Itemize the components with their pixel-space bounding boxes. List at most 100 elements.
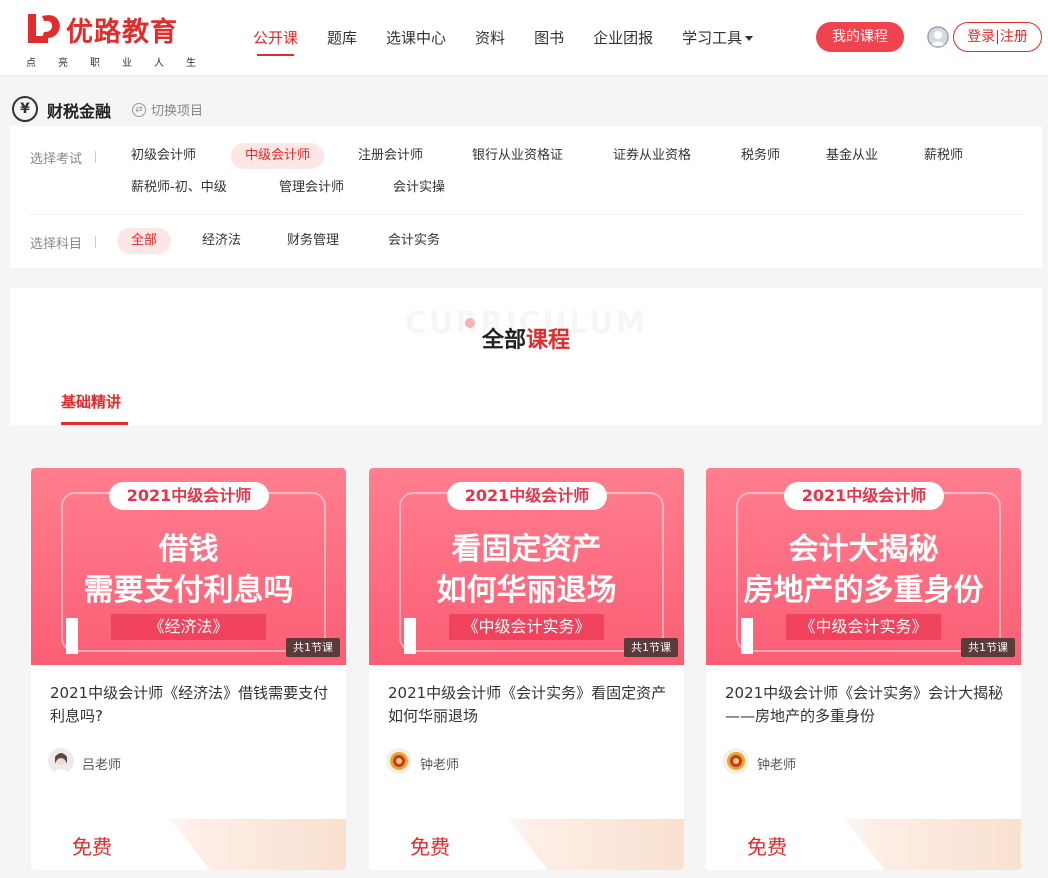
logo-text: 优路教育 xyxy=(66,17,178,48)
teacher-photo-icon xyxy=(48,748,74,774)
exam-chip[interactable]: 银行从业资格证 xyxy=(458,143,577,169)
teacher-name: 钟老师 xyxy=(757,758,797,773)
banner-headline-2: 如何华丽退场 xyxy=(436,573,617,608)
exam-chip[interactable]: 管理会计师 xyxy=(265,175,358,201)
subject-chip[interactable]: 财务管理 xyxy=(273,228,353,254)
subject-filter-label: 选择科目 xyxy=(30,233,97,252)
nav-materials[interactable]: 资料 xyxy=(465,0,515,76)
footer-decoration xyxy=(508,819,684,870)
footer-decoration xyxy=(170,819,346,870)
nav-study-tools-label: 学习工具 xyxy=(682,29,743,47)
login-link[interactable]: 登录 xyxy=(967,29,995,45)
exam-filter-label: 选择考试 xyxy=(30,148,97,167)
banner-bar xyxy=(404,618,416,654)
course-card[interactable]: 2021中级会计师 看固定资产 如何华丽退场 《中级会计实务》 共1节课 202… xyxy=(369,468,684,870)
course-banner: 2021中级会计师 看固定资产 如何华丽退场 《中级会计实务》 共1节课 xyxy=(369,468,684,665)
section-title-main: 全部 xyxy=(481,328,526,353)
teacher-avatar xyxy=(48,748,74,774)
nav-study-tools[interactable]: 学习工具 xyxy=(672,0,763,76)
main-nav: 公开课 题库 选课中心 资料 图书 企业团报 学习工具 xyxy=(243,0,772,76)
teacher-emblem-icon xyxy=(723,748,749,774)
banner-exam-pill: 2021中级会计师 xyxy=(784,482,944,510)
course-card[interactable]: 2021中级会计师 会计大揭秘 房地产的多重身份 《中级会计实务》 共1节课 2… xyxy=(706,468,1021,870)
course-title[interactable]: 2021中级会计师《会计实务》看固定资产如何华丽退场 xyxy=(388,682,673,728)
category-title: 财税金融 xyxy=(47,102,112,121)
teacher-emblem-icon xyxy=(386,748,412,774)
slogan-char: 点 xyxy=(26,58,36,69)
switch-icon: ⇄ xyxy=(132,102,146,117)
banner-exam-pill: 2021中级会计师 xyxy=(109,482,269,510)
caret-down-icon xyxy=(745,36,754,41)
exam-chip-selected[interactable]: 中级会计师 xyxy=(231,143,325,169)
card-footer: 免费 xyxy=(31,819,346,870)
login-register-button: 登录|注册 xyxy=(953,22,1042,52)
teacher-name: 吕老师 xyxy=(82,758,122,773)
logo-slogan: 点 亮 职 业 人 生 xyxy=(26,54,196,69)
banner-subject: 《经济法》 xyxy=(111,614,266,640)
my-course-button[interactable]: 我的课程 xyxy=(816,22,904,52)
switch-project-label: 切换项目 xyxy=(151,104,204,119)
tab-active-indicator xyxy=(61,422,128,425)
banner-headline-2: 房地产的多重身份 xyxy=(743,573,984,608)
banner-headline-1: 借钱 xyxy=(158,532,219,567)
lessons-badge: 共1节课 xyxy=(286,638,340,657)
subject-chip[interactable]: 会计实务 xyxy=(374,228,454,254)
banner-exam-pill: 2021中级会计师 xyxy=(447,482,607,510)
nav-open-course[interactable]: 公开课 xyxy=(243,0,308,76)
subject-chip[interactable]: 经济法 xyxy=(188,228,255,254)
lessons-badge: 共1节课 xyxy=(961,638,1015,657)
card-footer: 免费 xyxy=(706,819,1021,870)
banner-bar xyxy=(741,618,753,654)
course-banner: 2021中级会计师 会计大揭秘 房地产的多重身份 《中级会计实务》 共1节课 xyxy=(706,468,1021,665)
nav-question-bank[interactable]: 题库 xyxy=(317,0,367,76)
top-header: 优路教育 点 亮 职 业 人 生 公开课 题库 选课中心 资料 图书 企业团报 … xyxy=(0,0,1048,76)
slogan-char: 业 xyxy=(122,58,132,69)
nav-course-center[interactable]: 选课中心 xyxy=(376,0,456,76)
teacher-avatar xyxy=(723,748,749,774)
person-icon xyxy=(927,26,949,48)
banner-subject: 《中级会计实务》 xyxy=(449,614,604,640)
nav-enterprise[interactable]: 企业团报 xyxy=(583,0,663,76)
site-logo[interactable]: 优路教育 点 亮 职 业 人 生 xyxy=(22,8,202,70)
exam-chip[interactable]: 基金从业 xyxy=(812,143,892,169)
user-avatar-icon[interactable] xyxy=(927,26,949,48)
filter-divider xyxy=(30,214,1022,215)
slogan-char: 职 xyxy=(90,58,100,69)
exam-chip[interactable]: 初级会计师 xyxy=(117,143,210,169)
slogan-char: 生 xyxy=(186,58,196,69)
course-price: 免费 xyxy=(72,835,112,859)
course-price: 免费 xyxy=(747,835,787,859)
course-section: CURRICULUM 全部课程 基础精讲 xyxy=(10,288,1042,425)
exam-chip[interactable]: 薪税师 xyxy=(910,143,977,169)
exam-chip[interactable]: 证券从业资格 xyxy=(599,143,705,169)
exam-chip[interactable]: 薪税师-初、中级 xyxy=(117,175,241,201)
filter-panel: 选择考试 初级会计师 中级会计师 注册会计师 银行从业资格证 证券从业资格 税务… xyxy=(10,126,1042,268)
exam-chip[interactable]: 会计实操 xyxy=(379,175,459,201)
course-title[interactable]: 2021中级会计师《会计实务》会计大揭秘——房地产的多重身份 xyxy=(725,682,1010,728)
yen-icon: ¥ xyxy=(12,96,38,122)
banner-headline-1: 看固定资产 xyxy=(451,532,602,567)
slogan-char: 人 xyxy=(154,58,164,69)
course-card[interactable]: 2021中级会计师 借钱 需要支付利息吗 《经济法》 共1节课 2021中级会计… xyxy=(31,468,346,870)
banner-headline-2: 需要支付利息吗 xyxy=(83,573,294,608)
course-price: 免费 xyxy=(410,835,450,859)
logo-mark-icon xyxy=(28,14,60,43)
slogan-char: 亮 xyxy=(58,58,68,69)
teacher-avatar xyxy=(386,748,412,774)
register-link[interactable]: 注册 xyxy=(1000,29,1028,45)
banner-subject: 《中级会计实务》 xyxy=(786,614,941,640)
exam-chip[interactable]: 税务师 xyxy=(727,143,794,169)
card-footer: 免费 xyxy=(369,819,684,870)
exam-chip[interactable]: 注册会计师 xyxy=(344,143,437,169)
tab-basic-lecture[interactable]: 基础精讲 xyxy=(61,391,121,412)
section-title-highlight: 课程 xyxy=(526,328,571,353)
banner-headline-1: 会计大揭秘 xyxy=(788,532,939,567)
course-banner: 2021中级会计师 借钱 需要支付利息吗 《经济法》 共1节课 xyxy=(31,468,346,665)
switch-project-link[interactable]: ⇄ 切换项目 xyxy=(132,100,203,119)
section-title: 全部课程 xyxy=(10,322,1042,354)
course-title[interactable]: 2021中级会计师《经济法》借钱需要支付利息吗? xyxy=(50,682,335,728)
nav-books[interactable]: 图书 xyxy=(524,0,574,76)
lessons-badge: 共1节课 xyxy=(624,638,678,657)
footer-decoration xyxy=(845,819,1021,870)
subject-chip-selected[interactable]: 全部 xyxy=(117,228,172,254)
